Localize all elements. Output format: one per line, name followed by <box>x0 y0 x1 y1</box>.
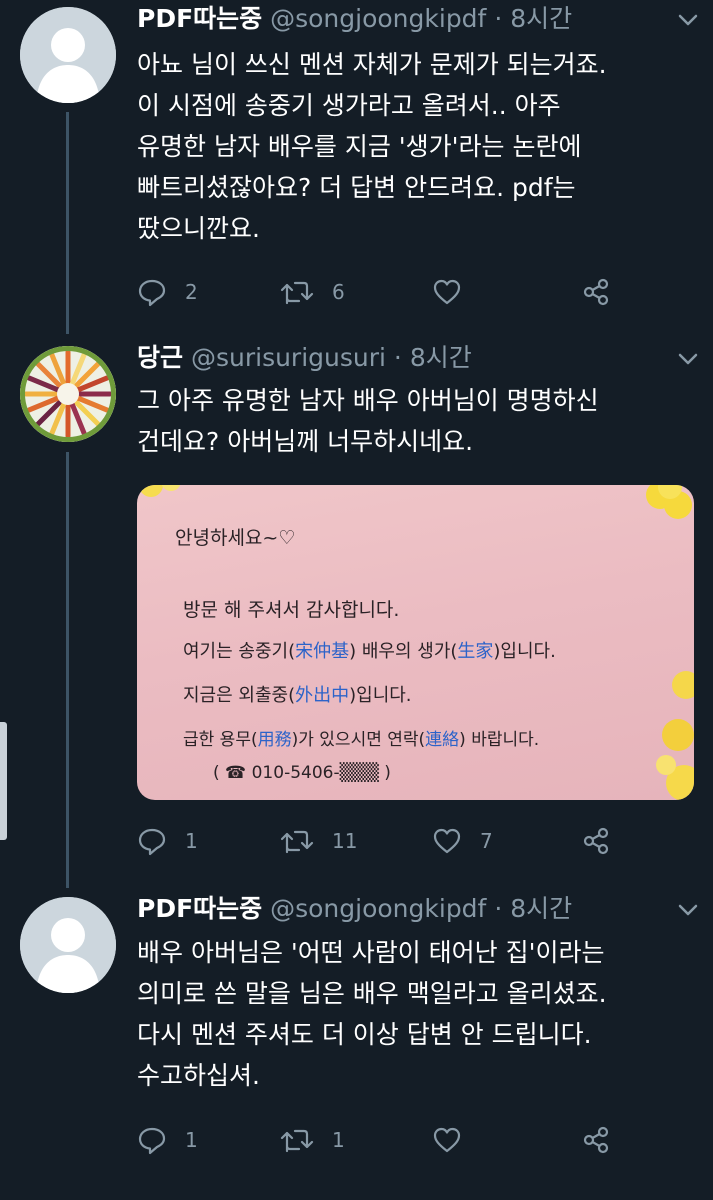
photo-line: 급한 용무(用務)가 있으시면 연락(連絡) 바랍니다. <box>183 725 539 750</box>
tweet[interactable]: PDF따는중 @songjoongkipdf · 8시간 배우 아버님은 '어떤… <box>0 890 713 1200</box>
like-icon <box>433 1127 461 1153</box>
timestamp[interactable]: 8시간 <box>510 894 572 923</box>
reply-count: 2 <box>185 280 198 304</box>
reply-button[interactable]: 2 <box>137 275 198 309</box>
retweet-icon <box>280 830 314 854</box>
reply-icon <box>138 1127 166 1155</box>
retweet-count: 6 <box>332 280 345 304</box>
carrots-avatar-image <box>20 346 116 442</box>
photo-hanja: 生家 <box>457 641 494 662</box>
photo-text: )입니다. <box>349 685 412 706</box>
display-name[interactable]: PDF따는중 <box>137 4 262 33</box>
user-handle[interactable]: @surisurigusuri <box>191 343 386 372</box>
default-avatar-icon <box>20 7 116 103</box>
photo-phone: ( ☎ 010-5406-▒▒▒ ) <box>213 763 391 783</box>
reply-icon <box>138 828 166 856</box>
tweet-header: PDF따는중 @songjoongkipdf · 8시간 <box>137 892 653 926</box>
tweet-text-line: 땄으니깐요. <box>137 214 260 243</box>
retweet-button[interactable]: 6 <box>280 275 345 309</box>
reply-button[interactable]: 1 <box>137 1123 198 1157</box>
like-button[interactable]: 7 <box>432 824 493 858</box>
caret-down-icon[interactable] <box>677 12 699 28</box>
default-avatar-icon <box>20 897 116 993</box>
flower-decoration-icon <box>141 485 181 497</box>
retweet-icon <box>280 281 314 305</box>
tweet[interactable]: 당근 @surisurigusuri · 8시간 그 아주 유명한 남자 배우 … <box>0 336 713 876</box>
separator: · <box>494 4 503 33</box>
like-button[interactable] <box>432 275 480 309</box>
photo-text: ) 배우의 생가( <box>349 641 458 662</box>
tweet[interactable]: PDF따는중 @songjoongkipdf · 8시간 아뇨 님이 쓰신 멘션… <box>0 0 713 330</box>
tweet-text-line: 다시 멘션 주셔도 더 이상 답변 안 드립니다. <box>137 1020 592 1049</box>
photo-hanja: 外出中 <box>295 685 350 706</box>
like-icon <box>433 828 461 854</box>
like-button[interactable] <box>432 1123 480 1157</box>
photo-text: ) 바랍니다. <box>459 730 540 750</box>
photo-text: 지금은 외출중( <box>183 685 296 706</box>
retweet-count: 1 <box>332 1128 345 1152</box>
tweet-text-line: 배우 아버님은 '어떤 사람이 태어난 집'이라는 <box>137 938 605 967</box>
reply-count: 1 <box>185 829 198 853</box>
share-button[interactable] <box>581 824 611 858</box>
tweet-header: PDF따는중 @songjoongkipdf · 8시간 <box>137 2 653 36</box>
photo-hanja: 用務 <box>257 730 292 750</box>
tweet-text: 그 아주 유명한 남자 배우 아버님이 명명하신 건데요? 아버님께 너무하시네… <box>137 380 695 462</box>
photo-line: 지금은 외출중(外出中)입니다. <box>183 681 412 707</box>
tweet-actions: 1 1 <box>137 1123 617 1157</box>
tweet-text-line: 유명한 남자 배우를 지금 '생가'라는 논란에 <box>137 132 582 161</box>
photo-greeting: 안녕하세요~♡ <box>175 527 296 549</box>
separator: · <box>494 894 503 923</box>
photo-hanja: 宋仲基 <box>295 641 350 662</box>
caret-down-icon[interactable] <box>677 902 699 918</box>
share-icon <box>583 1126 609 1154</box>
photo-text: )입니다. <box>493 641 556 662</box>
reply-icon <box>138 279 166 307</box>
share-icon <box>583 827 609 855</box>
display-name[interactable]: PDF따는중 <box>137 894 262 923</box>
tweet-actions: 2 6 <box>137 275 617 309</box>
tweet-actions: 1 11 7 <box>137 824 617 858</box>
share-button[interactable] <box>581 275 611 309</box>
tweet-text-line: 수고하십셔. <box>137 1061 260 1090</box>
retweet-button[interactable]: 1 <box>280 1123 345 1157</box>
photo-hanja: 連絡 <box>425 730 460 750</box>
avatar[interactable] <box>20 346 116 442</box>
photo-text: )가 있으시면 연락( <box>291 730 426 750</box>
tweet-text-line: 빠트리셨잖아요? 더 답변 안드려요. pdf는 <box>137 173 576 202</box>
tweet-text-line: 건데요? 아버님께 너무하시네요. <box>137 427 474 456</box>
user-handle[interactable]: @songjoongkipdf <box>270 894 486 923</box>
avatar[interactable] <box>20 897 116 993</box>
retweet-count: 11 <box>332 829 358 853</box>
tweet-text-line: 의미로 쓴 말을 님은 배우 맥일라고 올리셨죠. <box>137 979 607 1008</box>
photo-line: 여기는 송중기(宋仲基) 배우의 생가(生家)입니다. <box>183 637 556 663</box>
timestamp[interactable]: 8시간 <box>510 4 572 33</box>
flower-decoration-icon <box>656 671 694 800</box>
timestamp[interactable]: 8시간 <box>410 343 472 372</box>
tweet-text: 배우 아버님은 '어떤 사람이 태어난 집'이라는 의미로 쓴 말을 님은 배우… <box>137 932 695 1096</box>
retweet-icon <box>280 1129 314 1153</box>
avatar[interactable] <box>20 7 116 103</box>
user-handle[interactable]: @songjoongkipdf <box>270 4 486 33</box>
tweet-text-line: 이 시점에 송중기 생가라고 올려서.. 아주 <box>137 91 561 120</box>
flower-decoration-icon <box>646 485 692 519</box>
display-name[interactable]: 당근 <box>137 343 183 372</box>
reply-button[interactable]: 1 <box>137 824 198 858</box>
like-count: 7 <box>480 829 493 853</box>
tweet-text-line: 그 아주 유명한 남자 배우 아버님이 명명하신 <box>137 386 599 415</box>
share-icon <box>583 278 609 306</box>
reply-count: 1 <box>185 1128 198 1152</box>
tweet-text: 아뇨 님이 쓰신 멘션 자체가 문제가 되는거죠. 이 시점에 송중기 생가라고… <box>137 44 695 249</box>
caret-down-icon[interactable] <box>677 351 699 367</box>
attached-photo[interactable]: 안녕하세요~♡ 방문 해 주셔서 감사합니다. 여기는 송중기(宋仲基) 배우의… <box>137 485 694 800</box>
photo-line: 방문 해 주셔서 감사합니다. <box>183 599 400 621</box>
photo-text: 여기는 송중기( <box>183 641 296 662</box>
retweet-button[interactable]: 11 <box>280 824 357 858</box>
share-button[interactable] <box>581 1123 611 1157</box>
tweet-text-line: 아뇨 님이 쓰신 멘션 자체가 문제가 되는거죠. <box>137 50 607 79</box>
like-icon <box>433 279 461 305</box>
photo-text: 급한 용무( <box>183 730 258 750</box>
separator: · <box>393 343 402 372</box>
tweet-header: 당근 @surisurigusuri · 8시간 <box>137 341 653 375</box>
